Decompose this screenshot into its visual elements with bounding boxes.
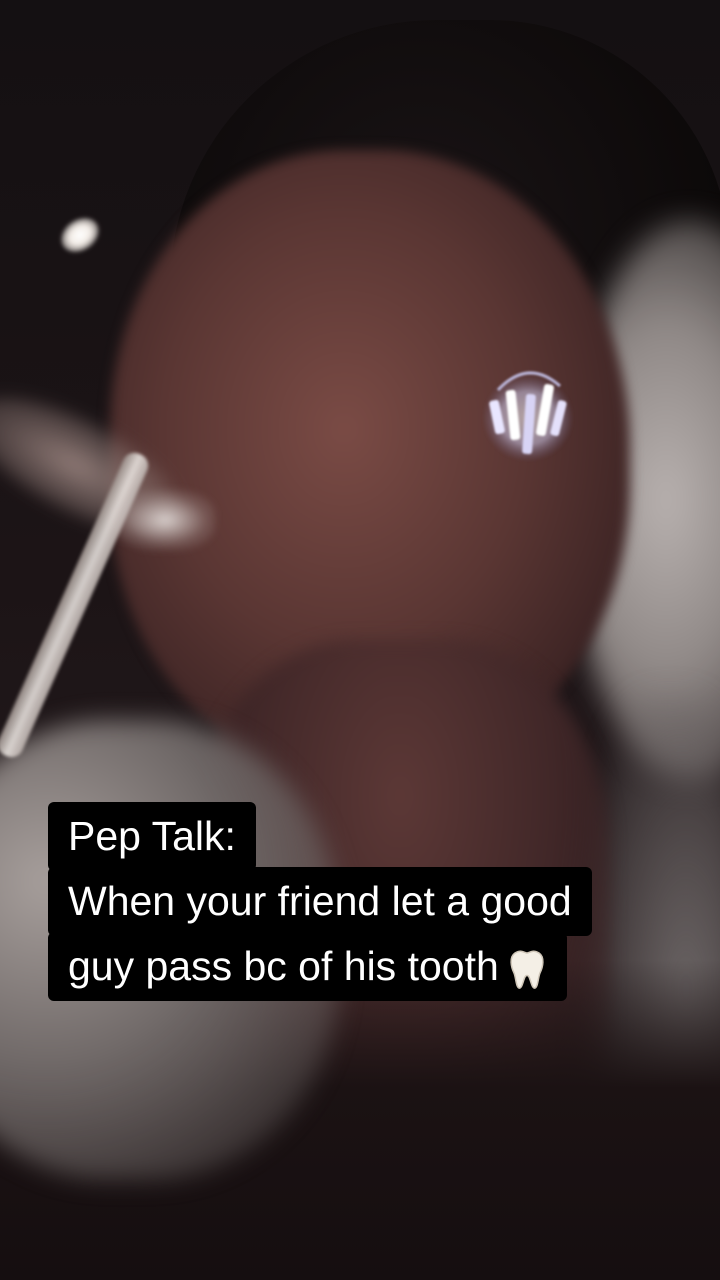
- video-frame: Pep Talk: When your friend let a good gu…: [0, 0, 720, 1280]
- caption-line-3-wrap: guy pass bc of his tooth: [48, 932, 567, 1001]
- caption-line-3: guy pass bc of his tooth: [68, 943, 499, 989]
- caption-line-2: When your friend let a good: [48, 867, 592, 936]
- caption-line-1: Pep Talk:: [48, 802, 256, 871]
- caption-overlay: Pep Talk: When your friend let a good gu…: [48, 802, 688, 1001]
- tooth-icon: [510, 950, 544, 989]
- street-light: [55, 211, 105, 259]
- grill-teeth: [115, 490, 215, 550]
- sparkle-earring: [482, 371, 574, 462]
